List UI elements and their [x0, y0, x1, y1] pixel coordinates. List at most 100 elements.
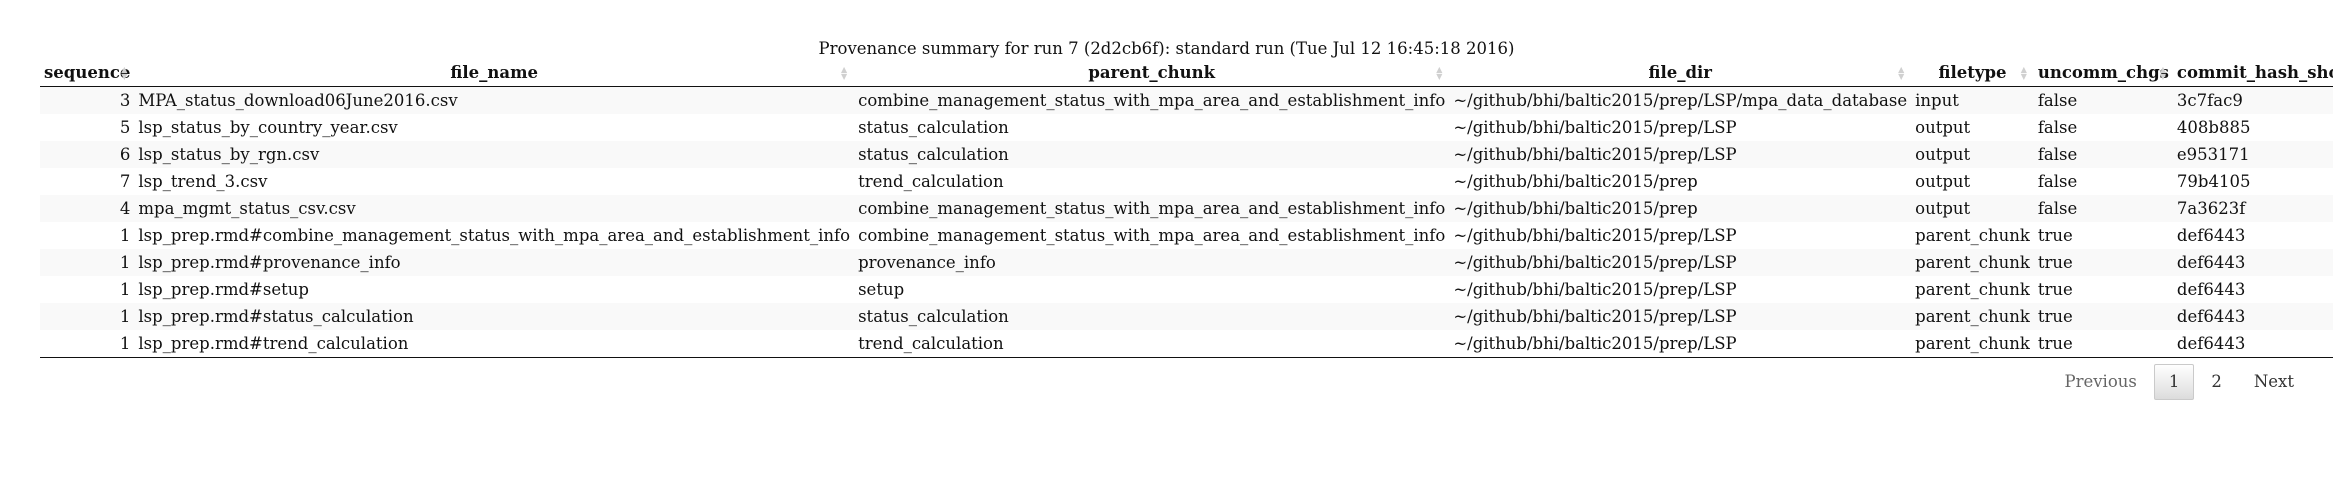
cell-filetype: parent_chunk: [1911, 276, 2034, 303]
cell-parent-chunk: status_calculation: [854, 114, 1450, 141]
table-row: 1 lsp_prep.rmd#provenance_info provenanc…: [40, 249, 2333, 276]
cell-sequence: 5: [40, 114, 135, 141]
cell-file-dir: ~/github/bhi/baltic2015/prep/LSP: [1449, 303, 1912, 330]
cell-filetype: parent_chunk: [1911, 249, 2034, 276]
table-row: 3 MPA_status_download06June2016.csv comb…: [40, 86, 2333, 114]
table-row: 1 lsp_prep.rmd#combine_management_status…: [40, 222, 2333, 249]
cell-filetype: output: [1911, 114, 2034, 141]
cell-file-dir: ~/github/bhi/baltic2015/prep: [1449, 195, 1912, 222]
provenance-table: sequence ▲ ▼ file_name ▲ ▼ parent_chunk ▲ ▼…: [40, 60, 2333, 358]
table-row: 6 lsp_status_by_rgn.csv status_calculati…: [40, 141, 2333, 168]
cell-commit-hash-short: def6443: [2172, 249, 2333, 276]
next-page-button[interactable]: Next: [2239, 364, 2309, 400]
previous-page-button[interactable]: Previous: [2049, 364, 2151, 400]
table-row: 1 lsp_prep.rmd#setup setup ~/github/bhi/…: [40, 276, 2333, 303]
table-body: 3 MPA_status_download06June2016.csv comb…: [40, 86, 2333, 358]
cell-uncomm-chgs: false: [2033, 195, 2173, 222]
cell-uncomm-chgs: false: [2033, 141, 2173, 168]
pagination: Previous 1 2 Next: [2047, 364, 2309, 400]
cell-file-dir: ~/github/bhi/baltic2015/prep/LSP: [1449, 141, 1912, 168]
cell-commit-hash-short: def6443: [2172, 330, 2333, 358]
cell-file-dir: ~/github/bhi/baltic2015/prep/LSP: [1449, 114, 1912, 141]
column-header-parent-chunk[interactable]: parent_chunk ▲ ▼: [854, 60, 1450, 87]
cell-parent-chunk: combine_management_status_with_mpa_area_…: [854, 195, 1450, 222]
page-button-2[interactable]: 2: [2196, 364, 2237, 400]
sort-both-icon: ▲ ▼: [2020, 65, 2027, 81]
cell-file-name: MPA_status_download06June2016.csv: [134, 86, 855, 114]
table-header: sequence ▲ ▼ file_name ▲ ▼ parent_chunk ▲ ▼…: [40, 60, 2333, 87]
cell-sequence: 7: [40, 168, 135, 195]
cell-filetype: parent_chunk: [1911, 330, 2034, 358]
cell-commit-hash-short: 3c7fac9: [2172, 86, 2333, 114]
column-header-label: file_name: [450, 63, 539, 82]
column-header-label: sequence: [44, 63, 131, 82]
cell-file-name: lsp_status_by_rgn.csv: [134, 141, 855, 168]
cell-commit-hash-short: 408b885: [2172, 114, 2333, 141]
cell-filetype: input: [1911, 86, 2034, 114]
cell-file-name: lsp_status_by_country_year.csv: [134, 114, 855, 141]
cell-file-name: lsp_prep.rmd#setup: [134, 276, 855, 303]
cell-filetype: output: [1911, 141, 2034, 168]
cell-parent-chunk: combine_management_status_with_mpa_area_…: [854, 86, 1450, 114]
table-row: 7 lsp_trend_3.csv trend_calculation ~/gi…: [40, 168, 2333, 195]
cell-parent-chunk: trend_calculation: [854, 330, 1450, 358]
sort-both-icon: ▲ ▼: [1898, 65, 1905, 81]
cell-commit-hash-short: def6443: [2172, 276, 2333, 303]
column-header-label: filetype: [1938, 63, 2007, 82]
cell-uncomm-chgs: true: [2033, 222, 2173, 249]
column-header-uncomm-chgs[interactable]: uncomm_chgs ▲ ▼: [2033, 60, 2173, 87]
cell-uncomm-chgs: false: [2033, 168, 2173, 195]
column-header-label: parent_chunk: [1088, 63, 1216, 82]
cell-uncomm-chgs: true: [2033, 303, 2173, 330]
cell-uncomm-chgs: true: [2033, 249, 2173, 276]
table-caption: Provenance summary for run 7 (2d2cb6f): …: [818, 39, 1515, 58]
column-header-commit-hash-short[interactable]: commit_hash_short ▲▼: [2172, 60, 2333, 87]
cell-filetype: output: [1911, 195, 2034, 222]
header-row: sequence ▲ ▼ file_name ▲ ▼ parent_chunk ▲ ▼…: [40, 60, 2333, 87]
column-header-label: commit_hash_short: [2176, 63, 2333, 82]
cell-filetype: parent_chunk: [1911, 222, 2034, 249]
cell-file-name: lsp_prep.rmd#provenance_info: [134, 249, 855, 276]
cell-sequence: 1: [40, 276, 135, 303]
sort-both-icon: ▲ ▼: [121, 65, 128, 81]
cell-file-name: mpa_mgmt_status_csv.csv: [134, 195, 855, 222]
cell-parent-chunk: setup: [854, 276, 1450, 303]
cell-parent-chunk: trend_calculation: [854, 168, 1450, 195]
column-header-file-dir[interactable]: file_dir ▲ ▼: [1449, 60, 1912, 87]
cell-file-dir: ~/github/bhi/baltic2015/prep/LSP/mpa_dat…: [1449, 86, 1912, 114]
cell-filetype: parent_chunk: [1911, 303, 2034, 330]
cell-commit-hash-short: 7a3623f: [2172, 195, 2333, 222]
cell-file-name: lsp_prep.rmd#combine_management_status_w…: [134, 222, 855, 249]
cell-filetype: output: [1911, 168, 2034, 195]
cell-file-dir: ~/github/bhi/baltic2015/prep/LSP: [1449, 222, 1912, 249]
cell-sequence: 1: [40, 249, 135, 276]
page-button-1[interactable]: 1: [2153, 364, 2195, 400]
table-row: 4 mpa_mgmt_status_csv.csv combine_manage…: [40, 195, 2333, 222]
column-header-label: uncomm_chgs: [2037, 63, 2169, 82]
column-header-label: file_dir: [1648, 63, 1712, 82]
provenance-table-wrapper: sequence ▲ ▼ file_name ▲ ▼ parent_chunk ▲ ▼…: [40, 60, 2333, 358]
cell-uncomm-chgs: true: [2033, 330, 2173, 358]
cell-sequence: 3: [40, 86, 135, 114]
cell-file-name: lsp_trend_3.csv: [134, 168, 855, 195]
cell-file-dir: ~/github/bhi/baltic2015/prep/LSP: [1449, 249, 1912, 276]
cell-commit-hash-short: def6443: [2172, 303, 2333, 330]
cell-sequence: 1: [40, 330, 135, 358]
column-header-file-name[interactable]: file_name ▲ ▼: [134, 60, 855, 87]
cell-file-name: lsp_prep.rmd#trend_calculation: [134, 330, 855, 358]
cell-parent-chunk: status_calculation: [854, 141, 1450, 168]
cell-commit-hash-short: 79b4105: [2172, 168, 2333, 195]
cell-commit-hash-short: e953171: [2172, 141, 2333, 168]
cell-commit-hash-short: def6443: [2172, 222, 2333, 249]
cell-uncomm-chgs: false: [2033, 114, 2173, 141]
cell-sequence: 1: [40, 303, 135, 330]
table-row: 5 lsp_status_by_country_year.csv status_…: [40, 114, 2333, 141]
cell-parent-chunk: status_calculation: [854, 303, 1450, 330]
cell-parent-chunk: provenance_info: [854, 249, 1450, 276]
cell-uncomm-chgs: true: [2033, 276, 2173, 303]
sort-both-icon: ▲ ▼: [2159, 65, 2166, 81]
column-header-filetype[interactable]: filetype ▲ ▼: [1911, 60, 2034, 87]
column-header-sequence[interactable]: sequence ▲ ▼: [40, 60, 135, 87]
cell-parent-chunk: combine_management_status_with_mpa_area_…: [854, 222, 1450, 249]
cell-file-dir: ~/github/bhi/baltic2015/prep/LSP: [1449, 276, 1912, 303]
